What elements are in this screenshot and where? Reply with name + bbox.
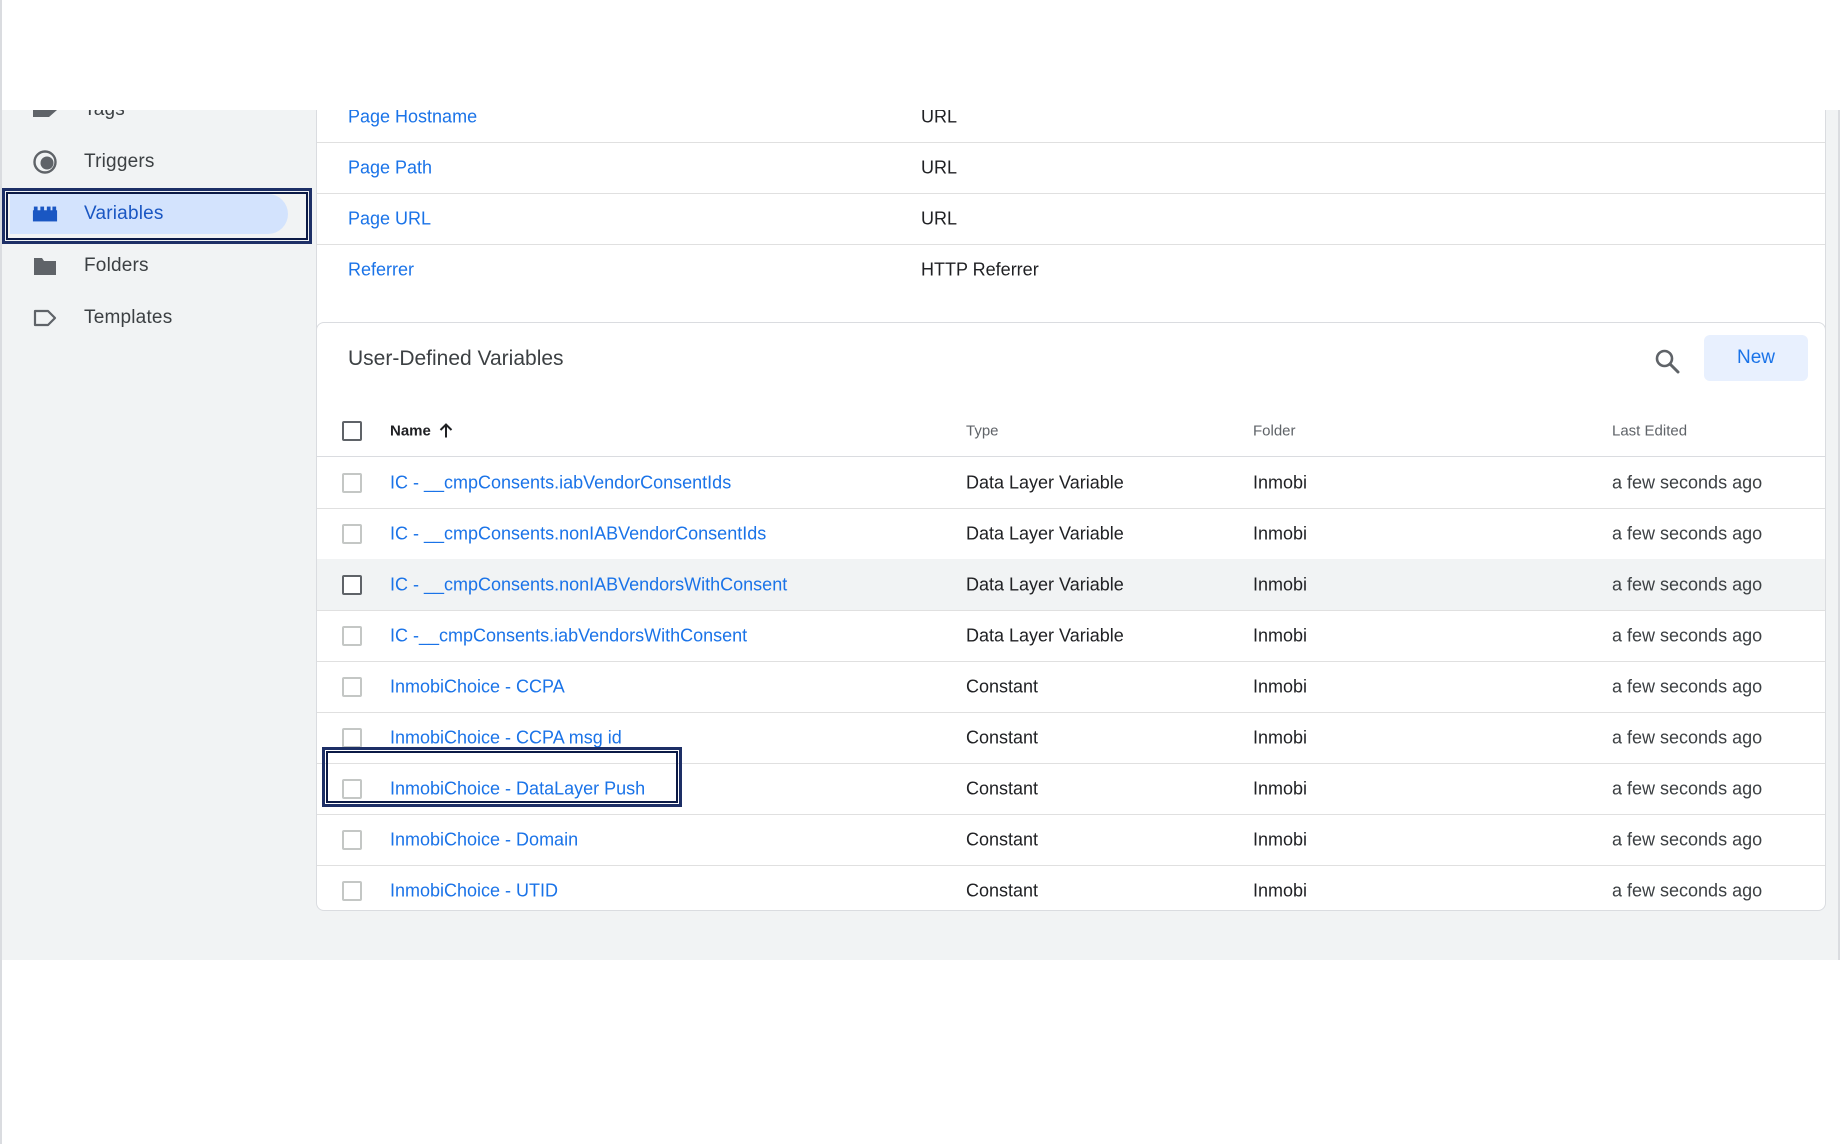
- variable-name-link[interactable]: IC - __cmpConsents.nonIABVendorsWithCons…: [390, 574, 787, 595]
- table-row: InmobiChoice - UTID Constant Inmobi a fe…: [317, 865, 1825, 916]
- row-checkbox[interactable]: [342, 676, 362, 697]
- table-row: Page Hostname URL: [317, 110, 1825, 143]
- variable-folder: Inmobi: [1253, 829, 1308, 849]
- row-checkbox[interactable]: [342, 523, 362, 544]
- variable-last-edited: a few seconds ago: [1612, 880, 1763, 900]
- variable-last-edited: a few seconds ago: [1612, 778, 1763, 798]
- card-title: User-Defined Variables: [348, 347, 564, 370]
- table-row: InmobiChoice - Domain Constant Inmobi a …: [317, 814, 1825, 866]
- sidebar-item-label: Variables: [84, 203, 164, 224]
- table-row: Page Path URL: [317, 142, 1825, 194]
- variable-type: Data Layer Variable: [966, 523, 1124, 543]
- variable-name-link[interactable]: InmobiChoice - CCPA msg id: [390, 727, 622, 748]
- table-row: IC - __cmpConsents.nonIABVendorsWithCons…: [317, 559, 1825, 611]
- variable-name-link[interactable]: IC -__cmpConsents.iabVendorsWithConsent: [390, 625, 747, 646]
- variable-type: Constant: [966, 727, 1039, 747]
- row-checkbox[interactable]: [342, 727, 362, 748]
- row-checkbox[interactable]: [342, 574, 362, 595]
- sidebar-item-tags[interactable]: Tags: [2, 110, 312, 136]
- sidebar-item-templates[interactable]: Templates: [2, 292, 312, 344]
- column-header-type[interactable]: Type: [966, 422, 999, 439]
- sidebar-item-label: Folders: [84, 255, 149, 276]
- table-row: InmobiChoice - CCPA Constant Inmobi a fe…: [317, 661, 1825, 713]
- variable-folder: Inmobi: [1253, 472, 1308, 492]
- variable-name-link[interactable]: Page URL: [348, 208, 431, 229]
- sidebar-item-variables[interactable]: Variables: [2, 188, 312, 240]
- variable-type: Data Layer Variable: [966, 472, 1124, 492]
- row-checkbox[interactable]: [342, 829, 362, 850]
- variable-last-edited: a few seconds ago: [1612, 625, 1763, 645]
- row-checkbox[interactable]: [342, 880, 362, 901]
- variable-type: URL: [921, 208, 958, 228]
- variable-folder: Inmobi: [1253, 676, 1308, 696]
- table-row: Referrer HTTP Referrer: [317, 244, 1825, 295]
- variable-name-link[interactable]: InmobiChoice - CCPA: [390, 676, 565, 697]
- select-all-checkbox[interactable]: [342, 420, 362, 441]
- variable-name-link[interactable]: IC - __cmpConsents.nonIABVendorConsentId…: [390, 523, 766, 544]
- variable-folder: Inmobi: [1253, 574, 1308, 594]
- table-row: InmobiChoice - DataLayer Push Constant I…: [317, 763, 1825, 815]
- variable-type: HTTP Referrer: [921, 259, 1039, 279]
- variable-folder: Inmobi: [1253, 727, 1308, 747]
- variable-last-edited: a few seconds ago: [1612, 829, 1763, 849]
- table-row: Page URL URL: [317, 193, 1825, 245]
- table-row: InmobiChoice - CCPA msg id Constant Inmo…: [317, 712, 1825, 764]
- sort-ascending-icon: [439, 423, 453, 438]
- variable-type: Data Layer Variable: [966, 625, 1124, 645]
- variable-last-edited: a few seconds ago: [1612, 727, 1763, 747]
- variable-name-link[interactable]: InmobiChoice - DataLayer Push: [390, 778, 645, 799]
- folder-icon: [32, 253, 58, 279]
- variable-type: Constant: [966, 778, 1039, 798]
- table-row: IC - __cmpConsents.nonIABVendorConsentId…: [317, 508, 1825, 560]
- sidebar-item-label: Tags: [84, 110, 125, 121]
- variable-type: URL: [921, 110, 958, 126]
- variable-type: URL: [921, 157, 958, 177]
- row-checkbox[interactable]: [342, 625, 362, 646]
- row-checkbox[interactable]: [342, 778, 362, 799]
- column-header-last-edited[interactable]: Last Edited: [1612, 422, 1687, 439]
- right-border: [1838, 110, 1840, 960]
- user-defined-variables-card: User-Defined Variables New Name Type Fol…: [316, 322, 1826, 911]
- search-button[interactable]: [1647, 341, 1687, 381]
- sidebar: Tags Triggers Vari: [2, 110, 312, 960]
- variable-folder: Inmobi: [1253, 523, 1308, 543]
- variable-name-link[interactable]: Page Hostname: [348, 110, 477, 127]
- table-header: Name Type Folder Last Edited: [317, 405, 1825, 457]
- column-header-name[interactable]: Name: [390, 422, 453, 439]
- trigger-icon: [32, 149, 58, 175]
- variable-last-edited: a few seconds ago: [1612, 676, 1763, 696]
- table-row: IC - __cmpConsents.iabVendorConsentIds D…: [317, 457, 1825, 509]
- variable-type: Data Layer Variable: [966, 574, 1124, 594]
- variable-name-link[interactable]: Page Path: [348, 157, 432, 178]
- variable-folder: Inmobi: [1253, 625, 1308, 645]
- column-header-label: Name: [390, 422, 431, 439]
- variables-icon: [32, 201, 58, 227]
- new-button[interactable]: New: [1704, 335, 1808, 381]
- sidebar-item-triggers[interactable]: Triggers: [2, 136, 312, 188]
- search-icon: [1655, 349, 1680, 374]
- variable-name-link[interactable]: IC - __cmpConsents.iabVendorConsentIds: [390, 472, 731, 493]
- variable-type: Constant: [966, 880, 1039, 900]
- variable-last-edited: a few seconds ago: [1612, 523, 1763, 543]
- variable-type: Constant: [966, 829, 1039, 849]
- variable-name-link[interactable]: InmobiChoice - Domain: [390, 829, 578, 850]
- app-area: Tags Triggers Vari: [2, 110, 1838, 960]
- variable-last-edited: a few seconds ago: [1612, 472, 1763, 492]
- variable-last-edited: a few seconds ago: [1612, 574, 1763, 594]
- tag-icon: [32, 110, 58, 123]
- column-header-folder[interactable]: Folder: [1253, 422, 1296, 439]
- row-checkbox[interactable]: [342, 472, 362, 493]
- variable-folder: Inmobi: [1253, 778, 1308, 798]
- variable-name-link[interactable]: Referrer: [348, 259, 414, 280]
- variable-type: Constant: [966, 676, 1039, 696]
- sidebar-item-label: Templates: [84, 307, 173, 328]
- variable-folder: Inmobi: [1253, 880, 1308, 900]
- template-icon: [32, 305, 58, 331]
- sidebar-item-label: Triggers: [84, 151, 155, 172]
- table-row: IC -__cmpConsents.iabVendorsWithConsent …: [317, 610, 1825, 662]
- sidebar-item-folders[interactable]: Folders: [2, 240, 312, 292]
- variable-name-link[interactable]: InmobiChoice - UTID: [390, 880, 558, 901]
